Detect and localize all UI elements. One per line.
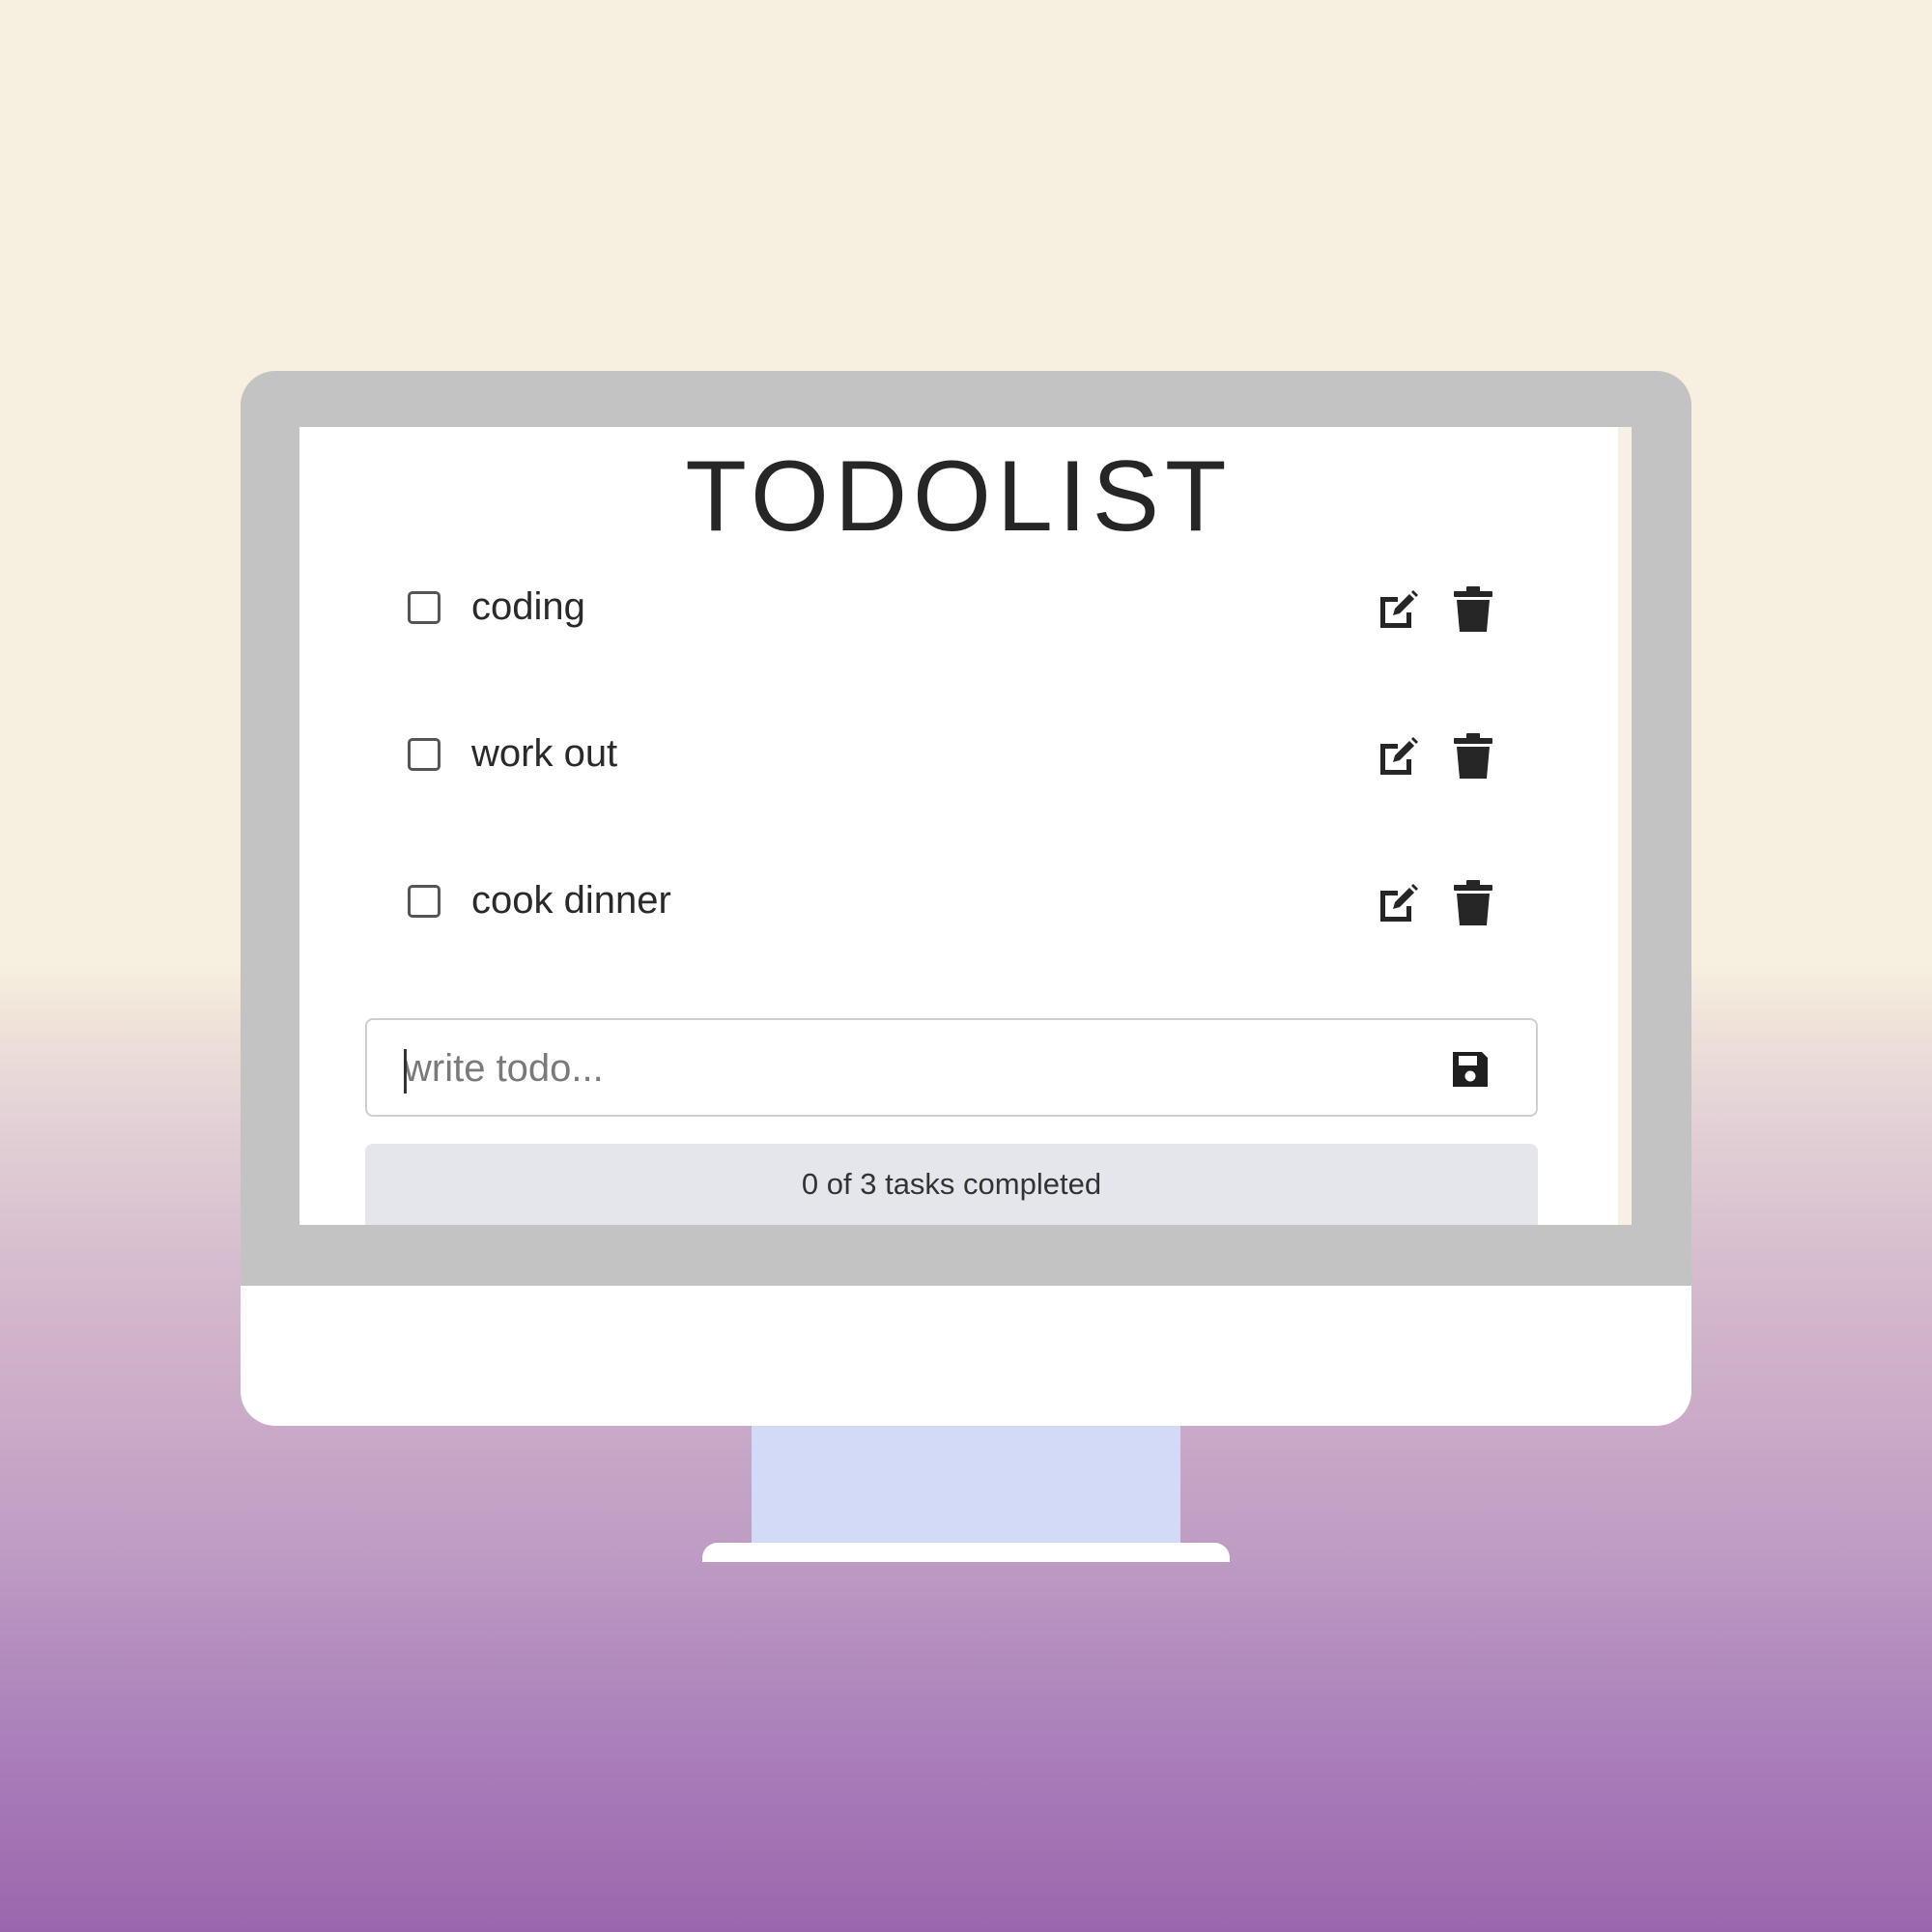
status-text: 0 of 3 tasks completed [365,1144,1538,1225]
monitor-stand-neck [752,1426,1180,1544]
todo-label: cook dinner [471,879,671,922]
list-item: coding [365,572,1505,649]
list-item: cook dinner [365,866,1505,943]
trash-icon[interactable] [1452,732,1494,781]
todo-checkbox[interactable] [408,738,440,771]
monitor-stand-base [702,1543,1230,1562]
page-title: TODOLIST [685,440,1233,553]
edit-icon[interactable] [1375,734,1421,781]
edit-icon[interactable] [1375,587,1421,634]
text-caret [404,1049,407,1094]
edit-icon[interactable] [1375,881,1421,927]
todo-input[interactable] [404,1041,1370,1095]
monitor-chin [241,1286,1691,1426]
list-item: work out [365,719,1505,796]
screen-edge [1618,427,1632,1225]
monitor-screen: TODOLIST coding work out cook dinner wri… [299,427,1618,1225]
todo-label: work out [471,732,618,775]
todo-input-container [365,1018,1538,1117]
todo-checkbox[interactable] [408,591,440,624]
trash-icon[interactable] [1452,585,1494,634]
save-icon[interactable] [1450,1049,1491,1090]
todo-label: coding [471,585,585,628]
todo-checkbox[interactable] [408,885,440,918]
trash-icon[interactable] [1452,879,1494,927]
